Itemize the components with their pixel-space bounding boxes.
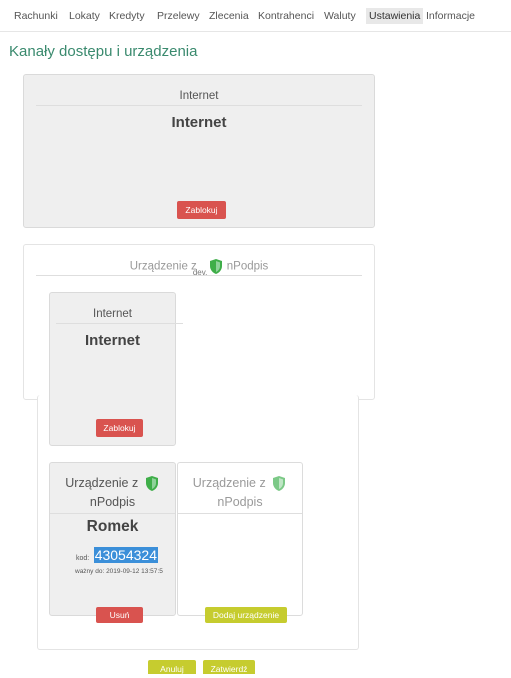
device-group-header-suffix: nPodpis [226,260,269,273]
device-card-header-line2: nPodpis [89,495,136,509]
nav-item-zlecenia[interactable]: Zlecenia [209,10,249,22]
shield-check-icon [145,476,158,491]
cancel-button[interactable]: Anuluj [148,660,196,674]
add-device-header: Urządzenie z [178,475,302,492]
channel-card-internet: Internet Internet Zablokuj [23,74,375,228]
device-name: Romek [86,518,139,535]
device-code-label: kod: [76,555,90,562]
device-card-header-line1: Urządzenie z [65,475,139,490]
nav-item-rachunki[interactable]: Rachunki [14,10,58,22]
device-card-header: Urządzenie z [50,475,175,492]
device-group-header: Urządzenie zdev, nPodpis [24,258,374,277]
device-group-header-prefix: Urządzenie z [129,260,197,273]
add-device-button[interactable]: Dodaj urządzenie [205,607,287,623]
channel-card-name: Internet [171,114,227,131]
device-code-row: kod: 43054324 [76,547,186,565]
add-device-card: Urządzenie z nPodpis Dodaj urządzenie [177,462,303,623]
nav-item-lokaty[interactable]: Lokaty [69,10,100,22]
shield-check-icon [273,476,286,491]
channel-card-name: Internet [84,332,140,349]
divider [56,323,183,324]
nav-item-kontrahenci[interactable]: Kontrahenci [258,10,314,22]
channel-card-header: Internet [93,308,132,320]
add-device-header-line2: nPodpis [217,495,263,509]
channel-card-internet-overlay: Internet Internet Zablokuj [49,292,183,446]
block-channel-button[interactable]: Zablokuj [177,201,226,219]
nav-item-kredyty[interactable]: Kredyty [109,10,145,22]
divider [36,275,362,276]
nav-item-ustawienia[interactable]: Ustawienia [366,8,424,24]
divider [50,513,175,514]
remove-device-button[interactable]: Usuń [96,607,143,623]
device-code-value: 43054324 [93,547,158,563]
nav-item-informacje[interactable]: Informacje [426,10,475,22]
block-channel-button[interactable]: Zablokuj [96,419,143,437]
shield-check-icon [209,259,222,274]
top-nav: Rachunki Lokaty Kredyty Przelewy Zleceni… [0,0,511,32]
nav-item-przelewy[interactable]: Przelewy [157,10,200,22]
device-card: Urządzenie z nPodpis Romek kod: 43054324… [49,462,176,623]
confirm-button[interactable]: Zatwierdź [203,660,255,674]
page-title: Kanały dostępu i urządzenia [9,43,198,60]
nav-item-waluty[interactable]: Waluty [324,10,356,22]
add-device-header-line1: Urządzenie z [192,475,266,490]
device-valid-until: ważny do: 2019-09-12 13:57:5 [75,568,163,575]
divider [36,105,362,106]
channel-card-header: Internet [179,90,219,102]
divider [178,513,302,514]
